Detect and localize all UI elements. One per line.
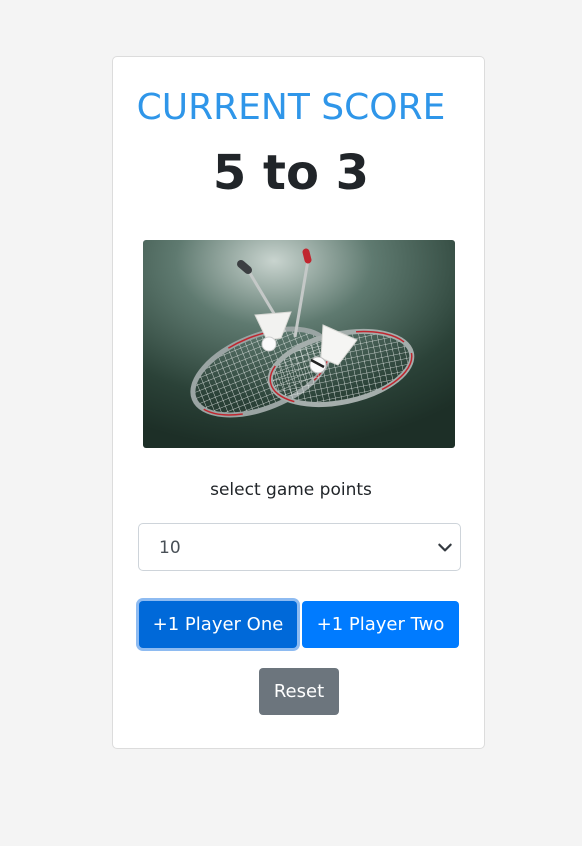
badminton-image (143, 240, 455, 448)
game-points-select[interactable]: 10 (138, 523, 461, 571)
chevron-down-icon (438, 543, 452, 552)
add-point-player-two-button[interactable]: +1 Player Two (302, 601, 459, 648)
current-score: 5 to 3 (212, 145, 370, 201)
page-title: CURRENT SCORE (136, 87, 446, 128)
game-points-label: select game points (210, 480, 372, 500)
add-point-player-one-button[interactable]: +1 Player One (139, 601, 297, 648)
game-points-selected-value: 10 (159, 538, 181, 558)
reset-button[interactable]: Reset (259, 668, 339, 715)
